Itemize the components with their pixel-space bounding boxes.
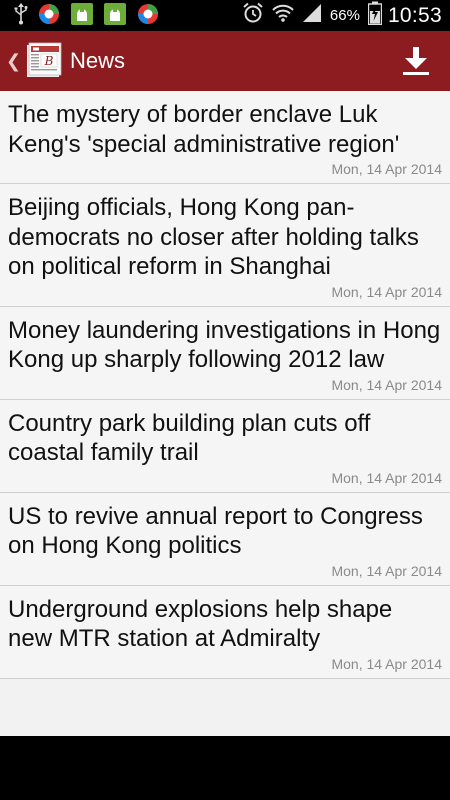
usb-icon — [14, 2, 28, 30]
app-notification-icon — [136, 2, 160, 31]
app-notification-icon — [37, 2, 61, 31]
signal-icon — [302, 3, 322, 28]
news-item[interactable]: Underground explosions help shape new MT… — [0, 585, 450, 679]
notification-icons — [14, 2, 169, 31]
android-update-icon — [103, 2, 127, 31]
alarm-icon — [242, 2, 264, 29]
news-date: Mon, 14 Apr 2014 — [331, 161, 442, 177]
android-update-icon — [70, 2, 94, 31]
news-date: Mon, 14 Apr 2014 — [331, 283, 442, 300]
news-date: Mon, 14 Apr 2014 — [331, 469, 442, 486]
news-item[interactable]: Country park building plan cuts off coas… — [0, 399, 450, 493]
action-bar: ❮ B News — [0, 31, 450, 91]
navigation-area — [0, 736, 450, 800]
news-date: Mon, 14 Apr 2014 — [331, 655, 442, 672]
battery-percent: 66% — [329, 7, 360, 24]
news-item[interactable]: The mystery of border enclave Luk Keng's… — [0, 91, 450, 184]
news-date: Mon, 14 Apr 2014 — [331, 376, 442, 393]
clock: 10:53 — [387, 3, 442, 27]
logo-letter: B — [44, 54, 54, 68]
system-icons: 66% 10:53 — [234, 0, 442, 31]
screen: 66% 10:53 ❮ B News The mystery of border… — [0, 0, 450, 800]
battery-charging-icon — [367, 1, 383, 30]
news-list: The mystery of border enclave Luk Keng's… — [0, 91, 450, 736]
news-headline: Country park building plan cuts off coas… — [8, 409, 371, 467]
news-date: Mon, 14 Apr 2014 — [331, 562, 442, 579]
news-headline: Beijing officials, Hong Kong pan-democra… — [8, 194, 419, 280]
download-icon[interactable] — [400, 45, 432, 77]
news-item[interactable]: US to revive annual report to Congress o… — [0, 492, 450, 586]
up-caret-icon[interactable]: ❮ — [6, 51, 21, 72]
news-item[interactable]: Money laundering investigations in Hong … — [0, 306, 450, 400]
news-item[interactable]: Beijing officials, Hong Kong pan-democra… — [0, 184, 450, 307]
page-title: News — [70, 48, 126, 73]
news-headline: Underground explosions help shape new MT… — [8, 595, 393, 653]
wifi-icon — [272, 3, 294, 28]
news-headline: US to revive annual report to Congress o… — [8, 502, 423, 560]
news-headline: Money laundering investigations in Hong … — [8, 316, 441, 374]
news-headline: The mystery of border enclave Luk Keng's… — [8, 101, 400, 158]
app-logo[interactable]: B — [24, 41, 64, 81]
status-bar: 66% 10:53 — [0, 0, 450, 31]
